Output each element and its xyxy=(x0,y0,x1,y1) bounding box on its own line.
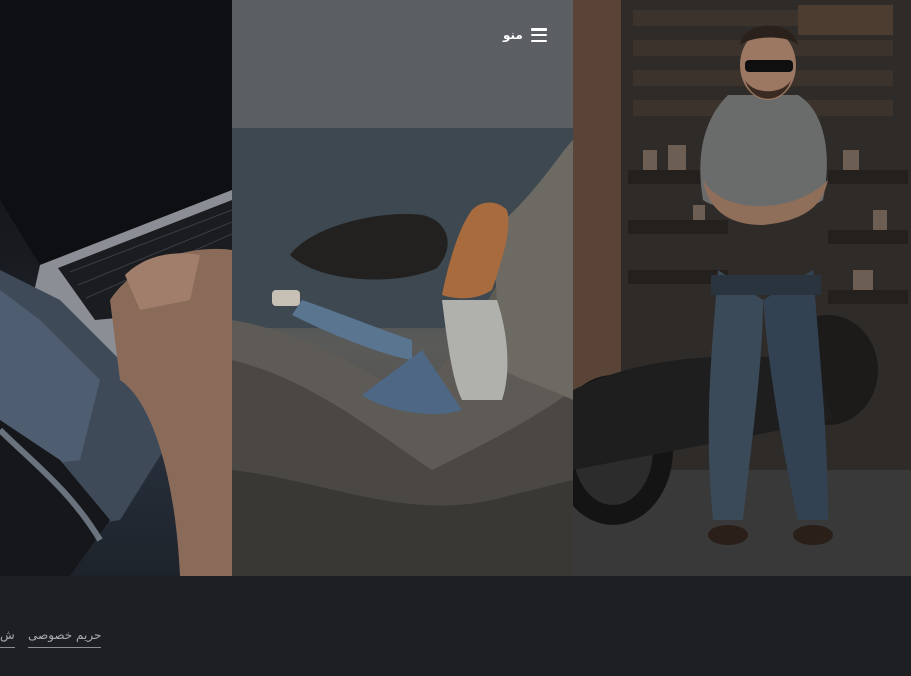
menu-button[interactable]: منو xyxy=(503,28,547,42)
image-gallery: منو xyxy=(0,0,911,576)
gallery-image-laptop[interactable] xyxy=(0,0,232,576)
hamburger-icon xyxy=(530,28,547,42)
laptop-illustration xyxy=(0,0,232,576)
gallery-image-cliff[interactable] xyxy=(232,0,573,576)
footer-link-partial[interactable]: ش xyxy=(0,628,15,648)
menu-label: منو xyxy=(503,28,523,42)
garage-illustration xyxy=(573,0,911,576)
cliff-illustration xyxy=(232,0,573,576)
footer: حریم خصوصی ش xyxy=(0,576,911,676)
privacy-link[interactable]: حریم خصوصی xyxy=(28,628,102,648)
gallery-image-garage[interactable] xyxy=(573,0,911,576)
